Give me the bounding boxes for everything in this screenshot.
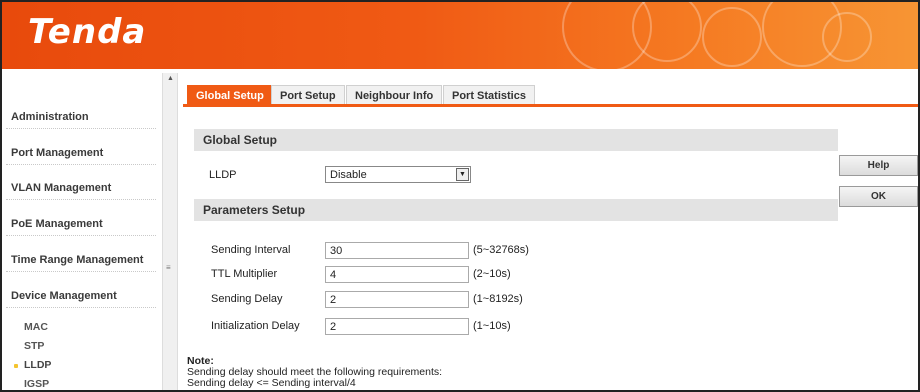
scroll-grip-icon[interactable]: ≡	[166, 263, 171, 272]
sending-interval-range: (5~32768s)	[473, 244, 529, 256]
sidebar: Administration Port Management VLAN Mana…	[2, 73, 162, 390]
sidebar-divider	[6, 271, 156, 272]
sidebar-item-port-management[interactable]: Port Management	[11, 147, 103, 159]
sidebar-subitem-mac[interactable]: MAC	[24, 321, 48, 333]
ttl-multiplier-input[interactable]: 4	[325, 266, 469, 283]
ok-button[interactable]: OK	[839, 186, 918, 207]
lldp-select-value: Disable	[330, 169, 367, 181]
main-content: Global Setup Port Setup Neighbour Info P…	[179, 73, 918, 390]
sidebar-item-administration[interactable]: Administration	[11, 111, 89, 123]
scroll-up-arrow-icon[interactable]: ▲	[167, 75, 174, 82]
sending-delay-range: (1~8192s)	[473, 293, 523, 305]
app-window: Tenda Administration Port Management VLA…	[0, 0, 920, 392]
initialization-delay-label: Initialization Delay	[211, 320, 300, 332]
header-banner: Tenda	[2, 2, 918, 69]
tab-port-statistics[interactable]: Port Statistics	[443, 85, 535, 104]
banner-decoration	[822, 12, 872, 62]
sidebar-subitem-igsp[interactable]: IGSP	[24, 378, 49, 390]
tab-port-setup[interactable]: Port Setup	[271, 85, 345, 104]
chevron-down-icon[interactable]: ▼	[456, 168, 469, 181]
parameters-setup-header: Parameters Setup	[194, 199, 838, 221]
section-title: Global Setup	[203, 133, 278, 147]
initialization-delay-input[interactable]: 2	[325, 318, 469, 335]
tab-bar: Global Setup Port Setup Neighbour Info P…	[183, 85, 918, 107]
global-setup-header: Global Setup	[194, 129, 838, 151]
sidebar-item-time-range-management[interactable]: Time Range Management	[11, 254, 143, 266]
sidebar-item-poe-management[interactable]: PoE Management	[11, 218, 103, 230]
sending-interval-label: Sending Interval	[211, 244, 291, 256]
tab-global-setup[interactable]: Global Setup	[187, 85, 273, 104]
sending-interval-input[interactable]: 30	[325, 242, 469, 259]
sidebar-item-device-management[interactable]: Device Management	[11, 290, 117, 302]
lldp-select[interactable]: Disable ▼	[325, 166, 471, 183]
note-line: Sending delay <= Sending interval/4	[187, 377, 356, 389]
sidebar-scrollbar[interactable]: ▲ ≡	[162, 73, 178, 390]
help-button[interactable]: Help	[839, 155, 918, 176]
sidebar-item-vlan-management[interactable]: VLAN Management	[11, 182, 111, 194]
lldp-label: LLDP	[209, 169, 237, 181]
tab-neighbour-info[interactable]: Neighbour Info	[346, 85, 443, 104]
sidebar-divider	[6, 307, 156, 308]
tenda-logo: Tenda	[28, 12, 147, 52]
section-title: Parameters Setup	[203, 203, 306, 217]
banner-decoration	[702, 7, 762, 67]
sidebar-divider	[6, 199, 156, 200]
initialization-delay-range: (1~10s)	[473, 320, 511, 332]
sidebar-subitem-lldp[interactable]: LLDP	[24, 359, 51, 371]
sidebar-subitem-stp[interactable]: STP	[24, 340, 44, 352]
sending-delay-input[interactable]: 2	[325, 291, 469, 308]
sidebar-divider	[6, 235, 156, 236]
sidebar-divider	[6, 164, 156, 165]
sidebar-divider	[6, 128, 156, 129]
ttl-multiplier-range: (2~10s)	[473, 268, 511, 280]
ttl-multiplier-label: TTL Multiplier	[211, 268, 278, 280]
active-bullet-icon	[14, 364, 18, 368]
sending-delay-label: Sending Delay	[211, 293, 283, 305]
